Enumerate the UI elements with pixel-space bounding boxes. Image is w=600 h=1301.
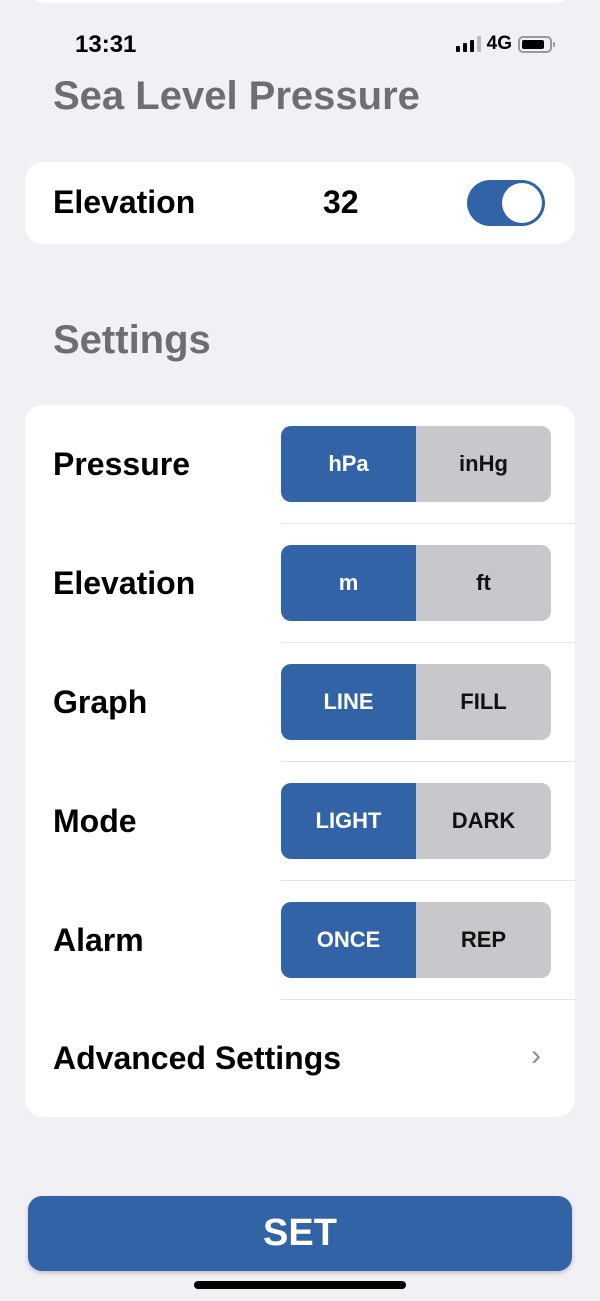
status-icons: 4G xyxy=(455,33,555,55)
pressure-segmented-control: hPa inHg xyxy=(281,426,551,502)
sheet-top-edge xyxy=(28,0,572,3)
graph-segmented-control: LINE FILL xyxy=(281,664,551,740)
setting-label: Alarm xyxy=(53,922,144,958)
setting-row-mode: Mode LIGHT DARK xyxy=(25,762,575,881)
segment-line[interactable]: LINE xyxy=(281,664,416,740)
setting-row-graph: Graph LINE FILL xyxy=(25,643,575,762)
advanced-settings-row[interactable]: Advanced Settings › xyxy=(25,999,575,1118)
settings-card: Pressure hPa inHg Elevation m ft Graph L… xyxy=(25,405,575,1117)
set-button[interactable]: SET xyxy=(28,1196,572,1271)
setting-row-alarm: Alarm ONCE REP xyxy=(25,881,575,1000)
elevation-card: Elevation 32 xyxy=(25,162,575,244)
elevation-value: 32 xyxy=(323,184,359,220)
segment-rep[interactable]: REP xyxy=(416,902,551,978)
setting-label: Pressure xyxy=(53,446,190,482)
segment-fill[interactable]: FILL xyxy=(416,664,551,740)
status-time: 13:31 xyxy=(75,31,137,58)
signal-icon xyxy=(455,36,481,52)
elevation-label: Elevation xyxy=(53,184,196,220)
segment-ft[interactable]: ft xyxy=(416,545,551,621)
setting-row-elevation: Elevation m ft xyxy=(25,524,575,643)
segment-hpa[interactable]: hPa xyxy=(281,426,416,502)
segment-light[interactable]: LIGHT xyxy=(281,783,416,859)
elevation-segmented-control: m ft xyxy=(281,545,551,621)
setting-label: Elevation xyxy=(53,565,196,601)
page-title: Sea Level Pressure xyxy=(53,74,420,118)
home-indicator[interactable] xyxy=(194,1281,406,1289)
alarm-segmented-control: ONCE REP xyxy=(281,902,551,978)
settings-heading: Settings xyxy=(53,318,211,362)
elevation-toggle[interactable] xyxy=(467,180,545,226)
segment-once[interactable]: ONCE xyxy=(281,902,416,978)
setting-label: Graph xyxy=(53,684,148,720)
segment-dark[interactable]: DARK xyxy=(416,783,551,859)
setting-label: Mode xyxy=(53,803,137,839)
chevron-right-icon: › xyxy=(531,1039,541,1072)
segment-inhg[interactable]: inHg xyxy=(416,426,551,502)
network-label: 4G xyxy=(486,33,512,54)
battery-icon xyxy=(518,35,555,53)
segment-m[interactable]: m xyxy=(281,545,416,621)
setting-row-pressure: Pressure hPa inHg xyxy=(25,405,575,524)
mode-segmented-control: LIGHT DARK xyxy=(281,783,551,859)
advanced-settings-label: Advanced Settings xyxy=(53,1040,342,1076)
